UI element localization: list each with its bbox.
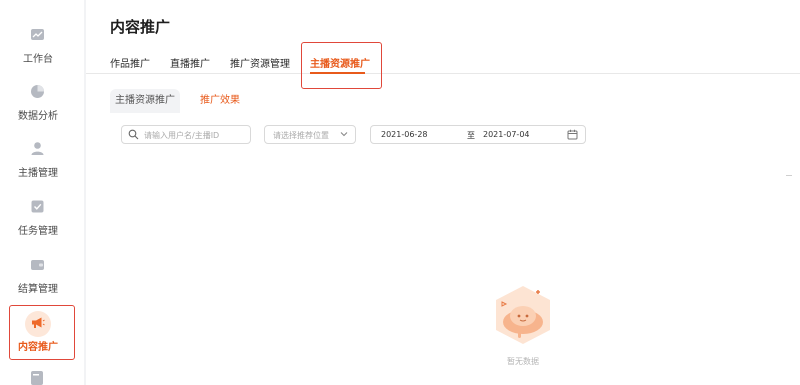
tab-works-promotion[interactable]: 作品推广 [110,55,150,70]
filter-bar: 请输入用户名/主播ID 请选择推荐位置 2021-06-28 至 2021-07… [86,125,800,145]
sidebar: 工作台 数据分析 主播管理 任务管理 结算管理 内容推广 [0,0,84,385]
sidebar-item-settlement-management[interactable]: 结算管理 [0,257,76,307]
date-range-picker[interactable]: 2021-06-28 至 2021-07-04 [370,125,586,144]
dashboard-icon [31,29,44,40]
date-separator: 至 [467,131,475,140]
user-icon [31,142,44,155]
search-input[interactable]: 请输入用户名/主播ID [121,125,251,144]
subtab-promotion-effect[interactable]: 推广效果 [184,89,256,113]
more-menu-icon[interactable] [30,370,45,385]
sidebar-item-label: 工作台 [23,54,53,65]
tab-promotion-resource-management[interactable]: 推广资源管理 [230,55,290,70]
empty-state-illustration-icon [496,286,550,344]
pie-chart-icon [31,85,44,98]
date-start[interactable]: 2021-06-28 [381,130,428,139]
tab-live-promotion[interactable]: 直播推广 [170,55,210,70]
subtab-anchor-resource-promotion[interactable]: 主播资源推广 [110,89,180,113]
search-icon [128,129,139,140]
empty-state-text: 暂无数据 [507,357,539,366]
sidebar-item-dashboard[interactable]: 工作台 [0,27,76,77]
divider-mark [786,175,792,176]
select-placeholder: 请选择推荐位置 [273,131,329,140]
calendar-icon [567,129,578,140]
search-placeholder: 请输入用户名/主播ID [144,131,220,140]
date-end[interactable]: 2021-07-04 [483,130,530,139]
sidebar-item-anchor-management[interactable]: 主播管理 [0,141,76,191]
sidebar-item-label: 任务管理 [18,226,58,237]
sidebar-item-data-analysis[interactable]: 数据分析 [0,84,76,134]
sidebar-active-highlight [9,305,75,360]
page-title: 内容推广 [110,18,171,36]
chevron-down-icon [340,132,348,137]
sub-tab-bar: 主播资源推广 推广效果 [110,89,280,113]
sidebar-item-label: 数据分析 [18,111,58,122]
top-tab-bar: 作品推广 直播推广 推广资源管理 主播资源推广 [86,50,800,74]
wallet-icon [31,260,44,270]
sidebar-item-task-management[interactable]: 任务管理 [0,199,76,249]
position-select[interactable]: 请选择推荐位置 [264,125,356,144]
sidebar-item-label: 主播管理 [18,168,58,179]
task-icon [31,200,44,213]
tab-active-highlight [301,42,382,89]
sidebar-item-label: 结算管理 [18,284,58,295]
main-content: 内容推广 作品推广 直播推广 推广资源管理 主播资源推广 主播资源推广 推广效果… [86,0,800,385]
